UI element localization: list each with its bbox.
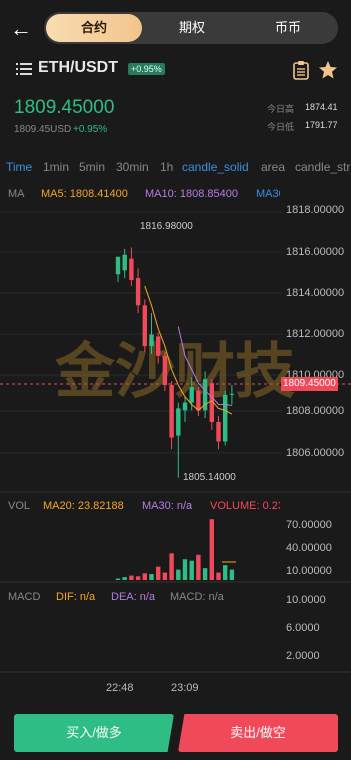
- volume-bar: [115, 578, 121, 580]
- candle-body: [122, 254, 127, 271]
- volume-bar: [189, 560, 194, 580]
- candle-body: [229, 393, 235, 395]
- volume-bar: [223, 565, 228, 580]
- ma30-legend: MA30: n/a: [256, 188, 280, 200]
- macd-axis-tick: 2.0000: [286, 650, 320, 662]
- high-label: 今日高: [267, 104, 295, 114]
- candle-body: [189, 387, 194, 403]
- sell-short-button[interactable]: 卖出/做空: [178, 714, 338, 752]
- volume-bar: [122, 577, 127, 580]
- candle-body: [176, 408, 181, 436]
- buy-long-button[interactable]: 买入/做多: [14, 714, 174, 752]
- macd-legend: MACD: n/a: [170, 591, 224, 603]
- candle-body: [223, 394, 228, 442]
- high-value: 1874.41: [305, 102, 338, 112]
- menu-list-icon[interactable]: [16, 63, 32, 77]
- volume-bar: [209, 519, 214, 580]
- price-axis-tick: 1818.00000: [286, 204, 345, 216]
- price-axis-tick: 1816.00000: [286, 246, 345, 258]
- change-badge: +0.95%: [128, 63, 165, 75]
- tab-spot[interactable]: 币币: [240, 14, 336, 42]
- volume-legend: VOLUME: 0.23: [210, 500, 280, 512]
- period-1min[interactable]: 1min: [43, 160, 69, 174]
- period-tabs: Time 1min 5min 30min 1h candle_solid are…: [0, 160, 351, 180]
- period-5min[interactable]: 5min: [79, 160, 105, 174]
- vol-label: VOL: [8, 500, 31, 512]
- watermark: 金沙财技: [55, 337, 295, 407]
- max-price-label: 1816.98000: [140, 221, 193, 232]
- volume-bar: [169, 553, 174, 580]
- usd-price: 1809.45USD: [14, 124, 72, 135]
- clipboard-icon[interactable]: [292, 60, 310, 80]
- last-price: 1809.45000: [14, 97, 115, 118]
- candle-body: [182, 402, 188, 411]
- ma5-legend: MA5: 1808.41400: [41, 188, 128, 200]
- volume-bar: [162, 572, 168, 580]
- volume-bar: [229, 569, 235, 580]
- candle-body: [162, 355, 168, 386]
- volume-bar: [196, 554, 201, 580]
- vol-ma30-legend: MA30: n/a: [142, 500, 193, 512]
- vol-axis-tick: 10.00000: [286, 565, 332, 577]
- main-indicator-label: MA: [8, 188, 25, 200]
- market-type-switch: 合约 期权 币币: [44, 12, 338, 44]
- volume-bar: [135, 576, 141, 580]
- price-axis-tick: 1806.00000: [286, 447, 345, 459]
- period-time[interactable]: Time: [6, 160, 32, 174]
- macd-label: MACD: [8, 591, 41, 603]
- period-30min[interactable]: 30min: [116, 160, 149, 174]
- volume-bar: [142, 573, 147, 580]
- candle-body: [142, 305, 147, 347]
- candle-body: [156, 336, 161, 356]
- macd-axis-tick: 10.0000: [286, 594, 326, 606]
- price-axis-tick: 1808.00000: [286, 405, 345, 417]
- arrow-left-icon[interactable]: ←: [10, 14, 36, 44]
- vol-axis-tick: 70.00000: [286, 519, 332, 531]
- ma10-legend: MA10: 1808.85400: [145, 188, 238, 200]
- volume-bar: [176, 569, 181, 580]
- low-label: 今日低: [267, 122, 295, 132]
- volume-bar: [182, 559, 188, 580]
- tab-options[interactable]: 期权: [144, 14, 240, 42]
- low-value: 1791.77: [305, 120, 338, 130]
- dif-legend: DIF: n/a: [56, 591, 96, 603]
- style-candle-stroke[interactable]: candle_stroke: [295, 160, 351, 174]
- top-bar: ← 合约 期权 币币: [0, 0, 351, 60]
- time-axis-tick: 23:09: [171, 682, 199, 694]
- candle-body: [135, 278, 141, 306]
- candle-body: [149, 334, 154, 347]
- min-price-label: 1805.14000: [183, 472, 236, 483]
- time-axis-tick: 22:48: [106, 682, 134, 694]
- volume-bar: [149, 574, 154, 580]
- dea-legend: DEA: n/a: [111, 591, 156, 603]
- period-1h[interactable]: 1h: [160, 160, 173, 174]
- current-price-tag: 1809.45000: [281, 377, 338, 391]
- price-axis-tick: 1814.00000: [286, 287, 345, 299]
- vol-ma20-legend: MA20: 23.82188: [43, 500, 124, 512]
- tab-contract[interactable]: 合约: [46, 14, 142, 42]
- macd-axis-tick: 6.0000: [286, 622, 320, 634]
- volume-bar: [216, 572, 221, 580]
- candle-body: [196, 390, 201, 411]
- change-percent: +0.95%: [73, 124, 108, 135]
- candle-body: [115, 256, 121, 275]
- price-axis-tick: 1812.00000: [286, 328, 345, 340]
- star-icon[interactable]: [318, 60, 338, 80]
- vol-axis-tick: 40.00000: [286, 542, 332, 554]
- volume-bar: [129, 575, 134, 580]
- style-candle-solid[interactable]: candle_solid: [182, 160, 249, 174]
- volume-bar: [202, 568, 208, 580]
- kline-chart[interactable]: 金沙财技 MA MA5: 1808.41400 MA10: 1808.85400…: [0, 182, 351, 702]
- pair-name[interactable]: ETH/USDT: [38, 59, 118, 77]
- candle-body: [216, 422, 221, 442]
- volume-bar: [156, 566, 161, 580]
- candle-body: [169, 385, 174, 438]
- candle-body: [129, 258, 134, 281]
- style-area[interactable]: area: [261, 160, 285, 174]
